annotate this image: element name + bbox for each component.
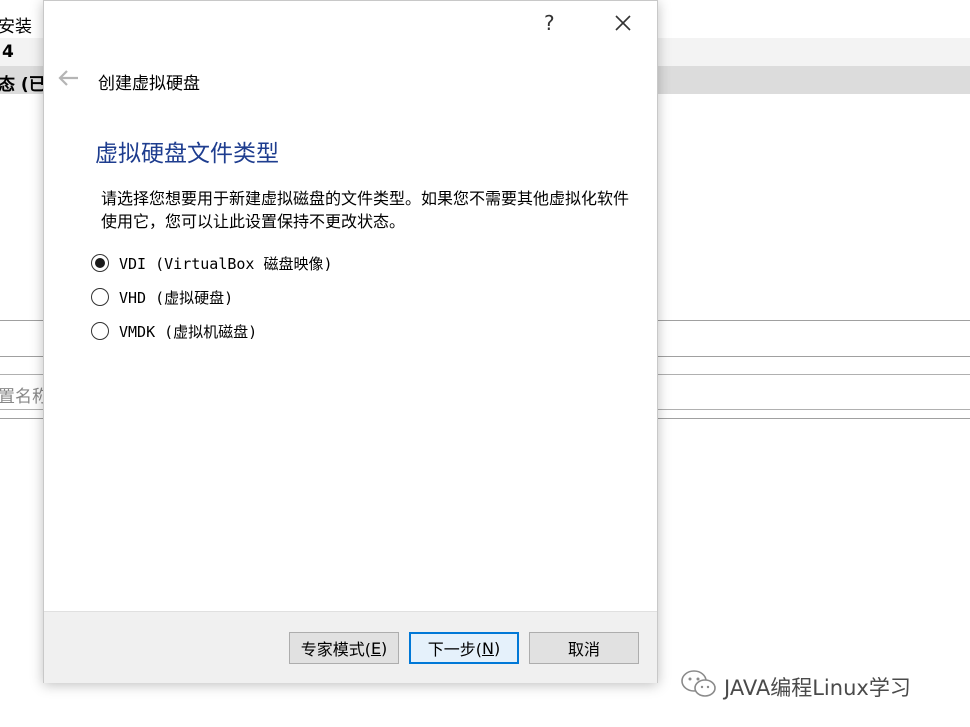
option-vdi[interactable]: VDI (VirtualBox 磁盘映像)	[91, 251, 333, 275]
close-icon[interactable]	[612, 12, 634, 34]
option-vmdk[interactable]: VMDK (虚拟机磁盘)	[91, 319, 257, 343]
wechat-icon	[681, 670, 716, 697]
dialog-heading: 创建虚拟硬盘	[98, 74, 200, 94]
expert-mode-button[interactable]: 专家模式(E)	[289, 632, 399, 664]
expert-mode-mnemonic: E	[370, 638, 382, 658]
next-button[interactable]: 下一步(N)	[409, 632, 519, 664]
watermark-text: JAVA编程Linux学习	[724, 676, 911, 700]
radio-vdi[interactable]	[91, 254, 109, 272]
next-suffix: )	[493, 638, 501, 658]
bg-text-state: 态 (已	[0, 75, 46, 95]
option-vdi-label: VDI (VirtualBox 磁盘映像)	[119, 254, 333, 273]
expert-mode-label: 专家模式(	[300, 640, 371, 659]
radio-vhd[interactable]	[91, 288, 109, 306]
cancel-label: 取消	[567, 640, 600, 659]
bg-text-install: 安装	[0, 17, 32, 37]
next-label: 下一步(	[427, 640, 483, 659]
option-vhd[interactable]: VHD (虚拟硬盘)	[91, 285, 233, 309]
radio-vmdk[interactable]	[91, 322, 109, 340]
cancel-button[interactable]: 取消	[529, 632, 639, 664]
next-mnemonic: N	[482, 638, 494, 658]
dialog-footer: 专家模式(E) 下一步(N) 取消	[44, 611, 657, 683]
back-arrow-icon[interactable]	[56, 65, 82, 91]
bg-text-version: 4	[2, 42, 14, 62]
option-vmdk-label: VMDK (虚拟机磁盘)	[119, 322, 258, 341]
create-virtual-disk-dialog: ? 创建虚拟硬盘 虚拟硬盘文件类型 请选择您想要用于新建虚拟磁盘的文件类型。如果…	[43, 0, 658, 683]
help-button[interactable]: ?	[544, 11, 555, 35]
expert-mode-suffix: )	[381, 638, 388, 658]
bg-name-placeholder: 置名称	[0, 387, 49, 407]
page-title: 虚拟硬盘文件类型	[95, 141, 279, 167]
description-text: 请选择您想要用于新建虚拟磁盘的文件类型。如果您不需要其他虚拟化软件使用它，您可以…	[101, 189, 630, 231]
option-vhd-label: VHD (虚拟硬盘)	[119, 288, 234, 307]
